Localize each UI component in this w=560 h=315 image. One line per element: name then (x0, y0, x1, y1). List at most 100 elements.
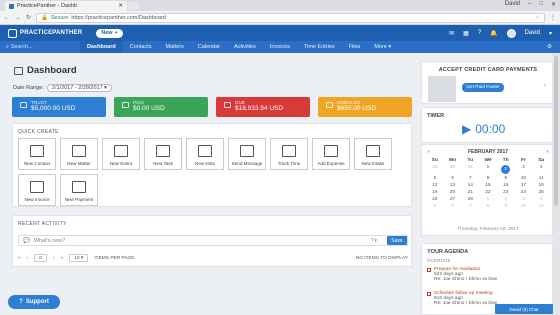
logo[interactable]: PRACTICEPANTHER (8, 28, 82, 38)
save-button[interactable]: Save (387, 236, 407, 245)
nav-time-entries[interactable]: Time Entries (297, 41, 342, 53)
calendar-day[interactable]: 9 (497, 176, 515, 181)
calendar-day[interactable]: 11 (532, 176, 550, 181)
calendar-day[interactable]: 2 (497, 165, 515, 174)
whats-new-input[interactable]: 💬 What's new? T▾ (18, 235, 408, 246)
nav-dashboard[interactable]: Dashboard (80, 41, 123, 53)
page-number-input[interactable]: 0 (34, 254, 47, 262)
calendar-day[interactable]: 25 (532, 190, 550, 195)
calendar-day[interactable]: 5 (426, 204, 444, 209)
calendar-day[interactable]: 10 (515, 204, 533, 209)
nav-contacts[interactable]: Contacts (123, 41, 159, 53)
quick-create-add-expense-button[interactable]: Add Expense (312, 138, 350, 170)
calendar-day[interactable]: 12 (426, 183, 444, 188)
calendar-day[interactable]: 20 (444, 190, 462, 195)
star-icon[interactable]: ☆ (535, 15, 540, 21)
menu-icon[interactable]: ⋮ (550, 14, 556, 21)
agenda-item[interactable]: Prepare for mediation 622 days ago Re: J… (427, 267, 549, 282)
calendar-month[interactable]: FEBRUARY 2017 (468, 149, 508, 155)
prev-month-icon[interactable]: ‹ (428, 149, 430, 155)
calendar-day[interactable]: 28 (461, 197, 479, 202)
back-icon[interactable]: ← (4, 15, 10, 21)
quick-create-track-time-button[interactable]: Track Time (270, 138, 308, 170)
chevron-right-icon[interactable]: › (544, 83, 546, 89)
calendar-footer[interactable]: Thursday, February 02, 2017 (422, 227, 554, 232)
next-page-icon[interactable]: › (53, 256, 55, 261)
chat-bar[interactable]: David (0) Chat (495, 304, 553, 314)
calendar-day[interactable]: 15 (479, 183, 497, 188)
calendar-day[interactable]: 18 (532, 183, 550, 188)
calendar-day[interactable]: 23 (497, 190, 515, 195)
calendar-day[interactable]: 29 (426, 165, 444, 174)
quick-create-send-message-button[interactable]: Send Message (228, 138, 266, 170)
date-range-select[interactable]: 2/1/2017 - 2/28/2017 ▾ (46, 84, 112, 92)
minimize-icon[interactable]: – (528, 1, 531, 8)
calendar-day[interactable]: 31 (461, 165, 479, 174)
calendar-day[interactable]: 8 (479, 176, 497, 181)
quick-create-new-intake-button[interactable]: New Intake (354, 138, 392, 170)
tag-icon[interactable]: T▾ (371, 238, 377, 244)
quick-create-new-payment-button[interactable]: New Payment (60, 174, 98, 206)
calendar-day[interactable]: 3 (515, 165, 533, 174)
search-input[interactable]: ⌕ Search... (0, 44, 80, 51)
calendar-day[interactable]: 13 (444, 183, 462, 188)
nav-calendar[interactable]: Calendar (191, 41, 227, 53)
calendar-day[interactable]: 19 (426, 190, 444, 195)
calendar-day[interactable]: 1 (479, 197, 497, 202)
nav-invoices[interactable]: Invoices (263, 41, 297, 53)
next-month-icon[interactable]: › (546, 149, 548, 155)
new-tab-button[interactable] (128, 2, 138, 10)
unbilled-card[interactable]: UNBILLED $650.00 USD (318, 97, 412, 117)
calendar-day[interactable]: 2 (497, 197, 515, 202)
nav-matters[interactable]: Matters (158, 41, 190, 53)
quick-create-new-task-button[interactable]: New Task (144, 138, 182, 170)
play-icon[interactable]: ▶ (462, 122, 471, 136)
due-card[interactable]: DUE $18,933.94 USD (216, 97, 310, 117)
calendar-day[interactable]: 7 (461, 204, 479, 209)
forward-icon[interactable]: → (15, 15, 21, 21)
browser-tab[interactable]: PracticePanther - Dashb ✕ (5, 1, 127, 11)
calendar-day[interactable]: 22 (479, 190, 497, 195)
calendar-day[interactable]: 26 (426, 197, 444, 202)
calendar-day[interactable]: 10 (515, 176, 533, 181)
quick-create-new-event-button[interactable]: New Event (102, 138, 140, 170)
scrollbar-thumb[interactable] (554, 56, 558, 206)
user-name[interactable]: David (525, 30, 540, 36)
calendar-day[interactable]: 1 (479, 165, 497, 174)
mail-icon[interactable]: ✉ (449, 30, 454, 37)
quick-create-new-invoice-button[interactable]: New Invoice (18, 174, 56, 206)
chevron-down-icon[interactable]: ▾ (549, 30, 552, 37)
trust-card[interactable]: TRUST $5,000.00 USD (12, 97, 106, 117)
calendar-day[interactable]: 3 (515, 197, 533, 202)
maximize-icon[interactable]: □ (539, 1, 543, 8)
calendar-day[interactable]: 16 (497, 183, 515, 188)
page-size-select[interactable]: 10 ▾ (69, 254, 89, 262)
support-button[interactable]: ? Support (8, 295, 60, 309)
nav-activities[interactable]: Activities (227, 41, 263, 53)
calendar-day[interactable]: 27 (444, 197, 462, 202)
help-icon[interactable]: ? (478, 30, 481, 36)
checkbox-icon[interactable] (427, 267, 431, 272)
calendar-day[interactable]: 9 (497, 204, 515, 209)
calendar-day[interactable]: 14 (461, 183, 479, 188)
calendar-day[interactable]: 6 (444, 176, 462, 181)
reload-icon[interactable]: ↻ (26, 14, 31, 21)
calendar-day[interactable]: 24 (515, 190, 533, 195)
new-button[interactable]: New + (96, 28, 123, 38)
calendar-day[interactable]: 7 (461, 176, 479, 181)
prev-page-icon[interactable]: ‹ (27, 256, 29, 261)
quick-create-new-matter-button[interactable]: New Matter (60, 138, 98, 170)
nav-more[interactable]: More ▾ (367, 41, 398, 53)
close-window-icon[interactable]: ✕ (551, 1, 556, 8)
get-paid-faster-button[interactable]: Get Paid Faster (462, 83, 504, 92)
calendar-day[interactable]: 11 (532, 204, 550, 209)
quick-create-new-contact-button[interactable]: New Contact (18, 138, 56, 170)
calendar-day[interactable]: 5 (426, 176, 444, 181)
calendar-day[interactable]: 21 (461, 190, 479, 195)
quick-create-new-note-button[interactable]: New Note (186, 138, 224, 170)
calendar-day[interactable]: 4 (532, 165, 550, 174)
gear-icon[interactable]: ⚙ (547, 44, 552, 50)
avatar[interactable] (506, 28, 516, 38)
last-page-icon[interactable]: » (61, 256, 64, 261)
calendar-header-icon[interactable]: ▦ (463, 30, 469, 37)
